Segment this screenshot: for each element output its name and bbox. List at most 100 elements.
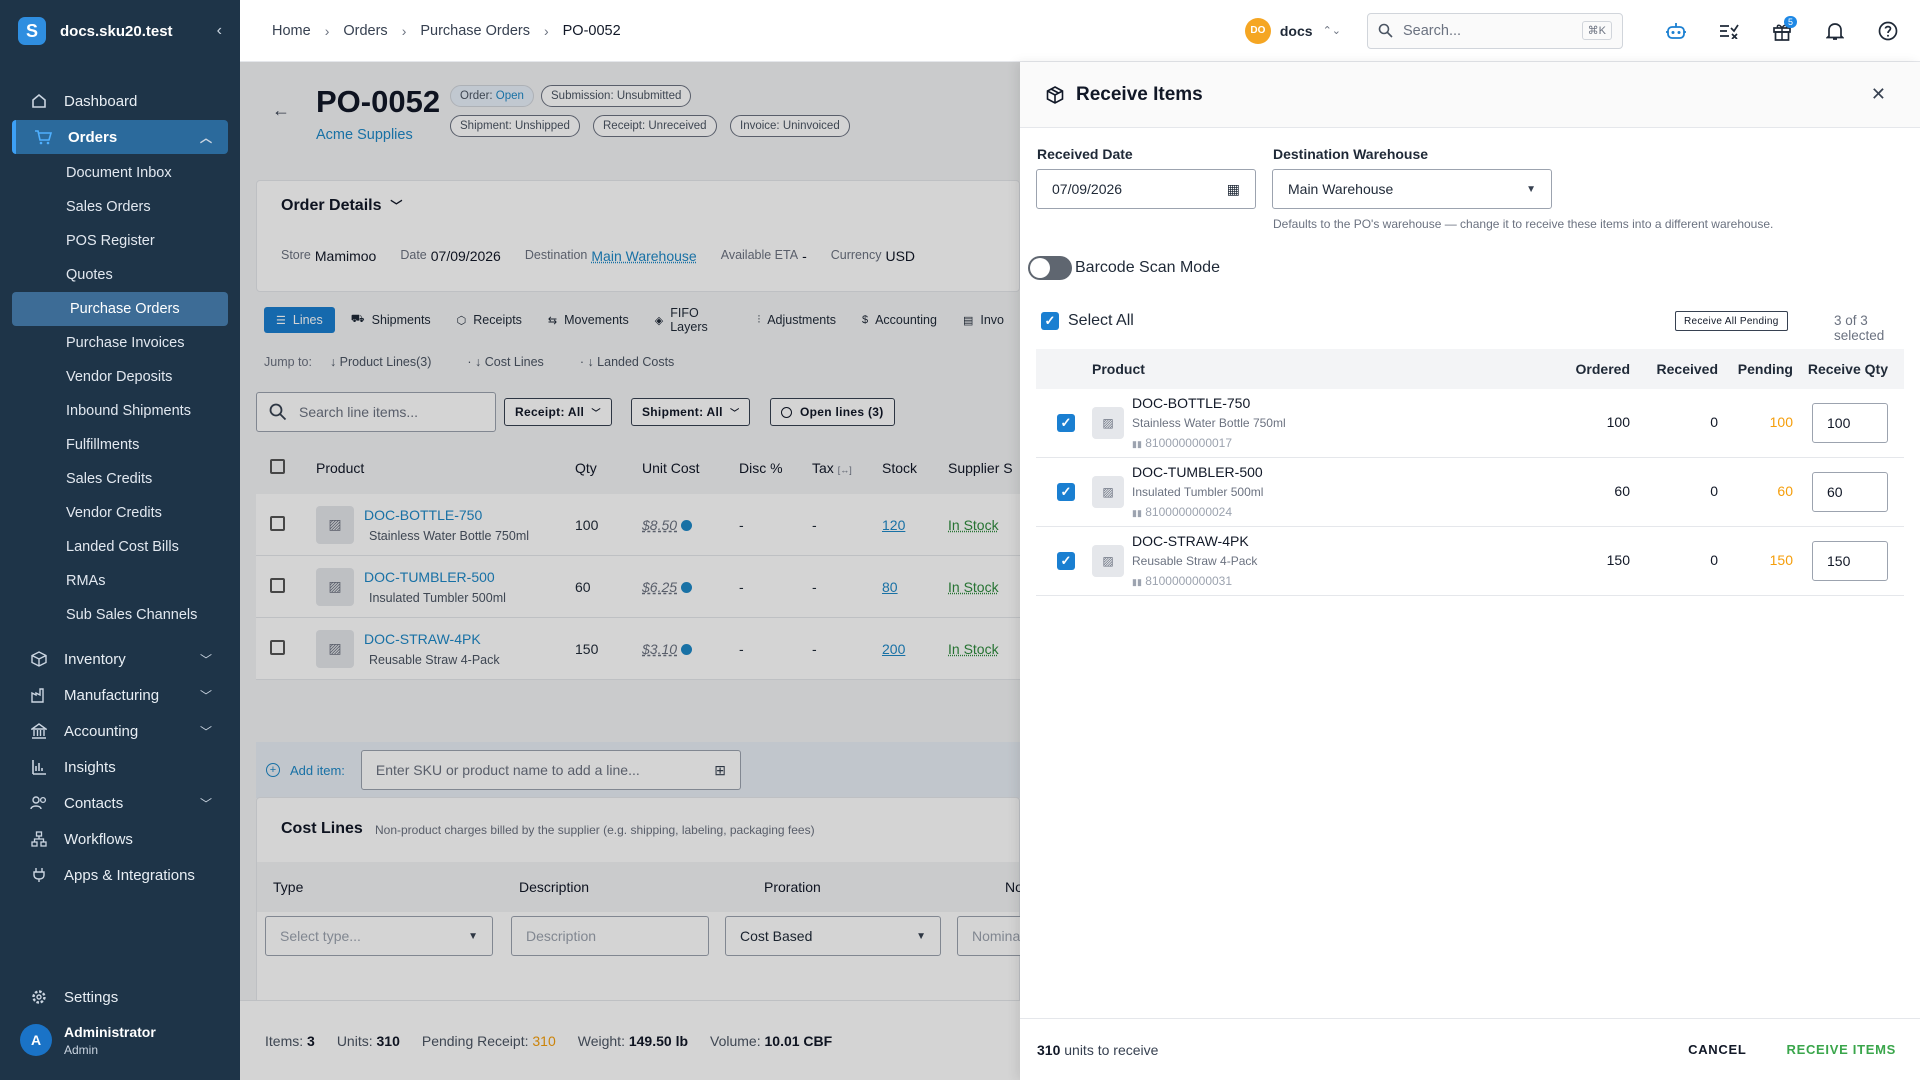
sidebar-item-inventory[interactable]: Inventory ﹀ [12,642,228,676]
barcode-icon: ▮▮ [1132,577,1142,587]
sidebar-subitem-rmas[interactable]: RMAs [12,564,228,598]
destination-warehouse-select[interactable]: Main Warehouse ▼ [1272,169,1552,209]
row-checkbox[interactable]: ✓ [1057,552,1075,570]
barcode-icon: ▮▮ [1132,508,1142,518]
row-checkbox[interactable]: ✓ [1057,414,1075,432]
calendar-icon[interactable]: ▦ [1227,181,1240,198]
sidebar-item-apps-integrations[interactable]: Apps & Integrations [12,858,228,892]
select-all-control[interactable]: ✓ Select All [1041,312,1134,330]
product-name: Stainless Water Bottle 750ml [1132,416,1286,430]
receive-items-table: Product Ordered Received Pending Receive… [1036,349,1904,596]
gift-icon[interactable]: 5 [1764,13,1800,49]
people-icon [28,795,50,811]
chevron-down-icon: ﹀ [199,652,212,667]
sidebar-item-insights[interactable]: Insights [12,750,228,784]
user-menu[interactable]: A Administrator Admin [0,1000,240,1080]
global-search-input[interactable]: Search... ⌘K [1367,12,1623,49]
pending-qty: 150 [1769,552,1793,568]
sidebar-subitem-vendor-deposits[interactable]: Vendor Deposits [12,360,228,394]
product-sku: DOC-STRAW-4PK [1132,533,1249,549]
breadcrumb-current: PO-0052 [562,22,621,39]
plug-icon [28,867,50,883]
sidebar-subitem-purchase-orders[interactable]: Purchase Orders [12,292,228,326]
user-role: Admin [64,1042,99,1057]
receive-all-pending-button[interactable]: Receive All Pending [1675,311,1788,331]
modal-backdrop[interactable] [240,62,1020,1080]
box-icon [28,651,50,667]
home-icon [28,93,50,109]
chevron-up-icon: ︿ [199,130,212,145]
cart-icon [32,129,54,145]
drawer-footer: 310 units to receive CANCEL RECEIVE ITEM… [1020,1018,1920,1080]
sidebar-subitem-pos-register[interactable]: POS Register [12,224,228,258]
sidebar-item-label: Manufacturing [64,686,160,704]
orders-submenu: Document Inbox Sales Orders POS Register… [0,156,240,632]
select-all-checkbox[interactable]: ✓ [1041,312,1059,330]
org-switcher[interactable]: DO docs ⌃⌄ [1244,17,1341,44]
bell-icon[interactable] [1817,13,1853,49]
receive-qty-input[interactable]: 60 [1812,472,1888,512]
units-to-receive-count: 310 [1037,1041,1061,1058]
workflow-icon [28,831,50,847]
chevron-right-icon: › [324,22,330,39]
col-product: Product [1092,361,1145,377]
sidebar-item-manufacturing[interactable]: Manufacturing ﹀ [12,678,228,712]
sidebar-subitem-inbound-shipments[interactable]: Inbound Shipments [12,394,228,428]
ordered-qty: 60 [1614,483,1630,499]
org-avatar: DO [1244,17,1271,44]
close-icon[interactable]: ✕ [1871,84,1886,105]
sidebar-item-orders[interactable]: Orders ︿ [12,120,228,154]
sidebar-item-accounting[interactable]: Accounting ﹀ [12,714,228,748]
row-checkbox[interactable]: ✓ [1057,483,1075,501]
sidebar-subitem-document-inbox[interactable]: Document Inbox [12,156,228,190]
sidebar-item-label: Contacts [64,794,124,812]
sidebar-subitem-landed-cost-bills[interactable]: Landed Cost Bills [12,530,228,564]
select-all-label: Select All [1068,312,1134,329]
app-logo-icon: S [18,17,46,45]
breadcrumb-home[interactable]: Home [272,23,311,39]
sidebar-item-dashboard[interactable]: Dashboard [12,84,228,118]
help-icon[interactable] [1870,13,1906,49]
sidebar-item-contacts[interactable]: Contacts ﹀ [12,786,228,820]
bank-icon [28,723,50,739]
received-date-input[interactable]: 07/09/2026 ▦ [1036,169,1256,209]
collapse-sidebar-icon[interactable]: ‹ [217,22,222,40]
breadcrumb-orders[interactable]: Orders [343,23,387,39]
product-barcode: 8100000000031 [1145,574,1233,588]
search-shortcut: ⌘K [1581,21,1612,40]
cancel-button[interactable]: CANCEL [1688,1042,1746,1057]
qty-value: 60 [1827,484,1843,500]
tasks-icon[interactable] [1711,13,1747,49]
sidebar-subitem-sub-sales-channels[interactable]: Sub Sales Channels [12,598,228,632]
receive-items-button[interactable]: RECEIVE ITEMS [1786,1042,1896,1057]
assistant-bot-icon[interactable] [1658,13,1694,49]
pending-qty: 100 [1769,414,1793,430]
factory-icon [28,687,50,703]
sidebar-subitem-sales-credits[interactable]: Sales Credits [12,462,228,496]
receive-row: ✓ ▨ DOC-TUMBLER-500 Insulated Tumbler 500ml… [1036,458,1904,527]
breadcrumb-purchase-orders[interactable]: Purchase Orders [420,23,530,39]
destination-warehouse-label: Destination Warehouse [1273,146,1429,162]
col-ordered: Ordered [1575,361,1630,377]
sidebar-subitem-sales-orders[interactable]: Sales Orders [12,190,228,224]
select-value: Main Warehouse [1288,181,1394,197]
sidebar-item-workflows[interactable]: Workflows [12,822,228,856]
sidebar-subitem-purchase-invoices[interactable]: Purchase Invoices [12,326,228,360]
sidebar-item-label: Dashboard [64,92,138,110]
ordered-qty: 150 [1606,552,1630,568]
sidebar-item-label: Insights [64,758,116,776]
col-received: Received [1656,361,1718,377]
qty-value: 100 [1827,415,1851,431]
barcode-scan-toggle[interactable] [1028,256,1072,280]
product-image-placeholder-icon: ▨ [1092,545,1124,577]
sidebar-item-label: Apps & Integrations [64,866,195,884]
sidebar-item-label: Workflows [64,830,133,848]
sidebar-subitem-vendor-credits[interactable]: Vendor Credits [12,496,228,530]
sidebar-subitem-quotes[interactable]: Quotes [12,258,228,292]
receive-qty-input[interactable]: 150 [1812,541,1888,581]
received-qty: 0 [1710,552,1718,568]
receive-qty-input[interactable]: 100 [1812,403,1888,443]
sidebar-subitem-fulfillments[interactable]: Fulfillments [12,428,228,462]
col-receive-qty: Receive Qty [1807,361,1888,377]
topbar: Home › Orders › Purchase Orders › PO-005… [240,0,1920,62]
